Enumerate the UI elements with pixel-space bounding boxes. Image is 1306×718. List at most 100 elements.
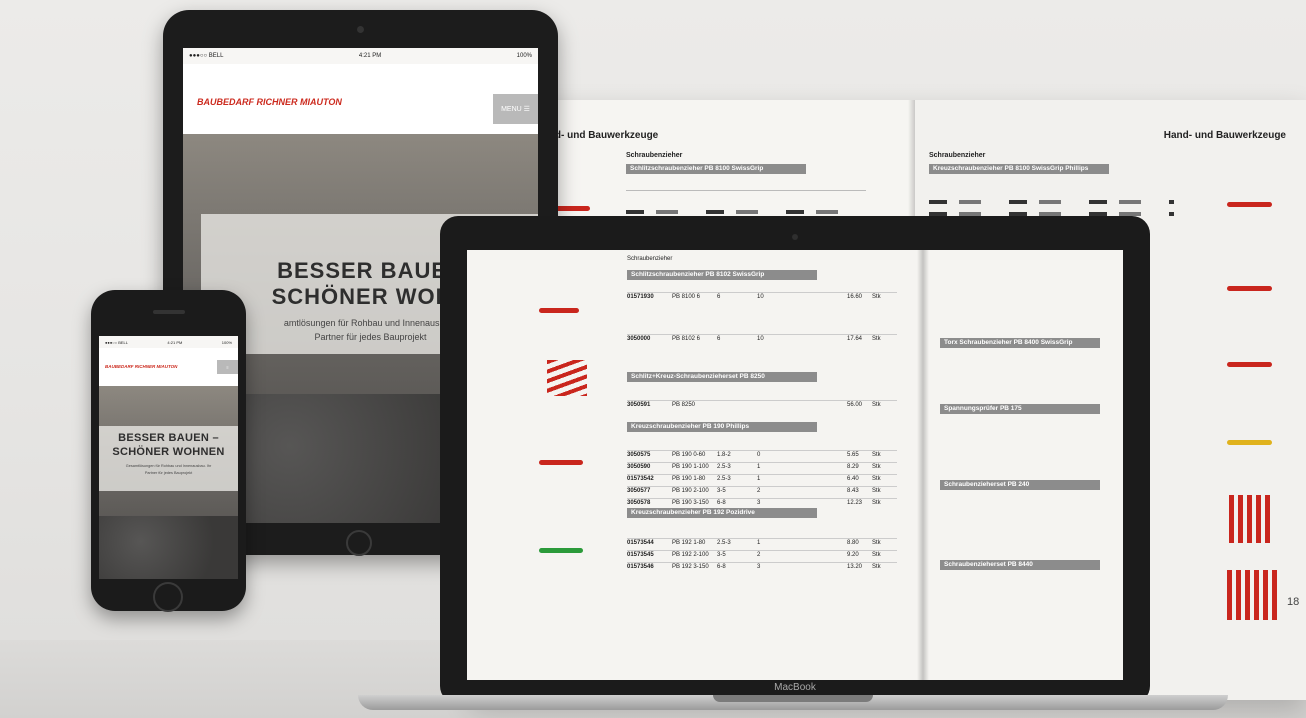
table-cell: 6.40 (847, 476, 859, 482)
site-logo[interactable]: BAUBEDARF RICHNER MIAUTON (197, 97, 342, 107)
table-cell: PB 8102 6 (672, 336, 701, 342)
table-cell: 16.60 (847, 294, 863, 300)
hero-subtitle-line1: Gesamtlösungen für Rohbau und Innenausba… (125, 464, 212, 468)
phone-screen: ●●●○○ BELL 4:21 PM 100% BAUBEDARF RICHNE… (99, 336, 238, 579)
mockup-scene: Hand- und Bauwerkzeuge Schraubenzieher S… (0, 0, 1306, 718)
screwdriver-image (1227, 202, 1272, 207)
table-cell: Stk (872, 564, 881, 570)
hero-title-line1: BESSER BAUEN – (118, 432, 219, 444)
table-cell: 10 (757, 336, 764, 342)
screwdriver-set-image (547, 360, 587, 396)
catalog-right-title: Hand- und Bauwerkzeuge (1163, 130, 1286, 141)
hero-subtitle-line2: Partner für jedes Bauprojekt (144, 471, 193, 475)
table-cell: PB 190 1-100 (672, 464, 709, 470)
table-cell: 01573544 (627, 540, 654, 546)
table-cell: Stk (872, 452, 881, 458)
table-cell: Stk (872, 402, 881, 408)
table-cell: PB 192 3-150 (672, 564, 709, 570)
phone-hero: BESSER BAUEN – SCHÖNER WOHNEN Gesamtlösu… (99, 386, 238, 579)
catalog-left-section: Schraubenzieher (626, 152, 683, 159)
phone-speaker (153, 310, 185, 314)
laptop-device: Schlitzschraubenzieher PB 8102 SwissGrip… (440, 216, 1150, 704)
table-cell: 9.20 (847, 552, 859, 558)
table-cell: 56.00 (847, 402, 863, 408)
table-row: 3050591 PB 8250 56.00 Stk (627, 400, 897, 410)
screwdriver-image (1227, 286, 1272, 291)
table-cell: Stk (872, 464, 881, 470)
table-cell: PB 190 3-150 (672, 500, 709, 506)
catalog-bar: Kreuzschraubenzieher PB 8100 SwissGrip P… (929, 164, 1109, 174)
table-cell: 1.8-2 (717, 452, 731, 458)
catalog-right-section: Schraubenzieher (929, 152, 986, 159)
tablet-camera (357, 26, 364, 33)
table-cell: 8.80 (847, 540, 859, 546)
table-cell: 3-5 (717, 488, 726, 494)
table-cell: 3050575 (627, 452, 651, 458)
phone-status-bar: ●●●○○ BELL 4:21 PM 100% (99, 336, 238, 348)
tablet-status-bar: ●●●○○ BELL 4:21 PM 100% (183, 48, 538, 64)
catalog-bar: Schlitzschraubenzieher PB 8102 SwissGrip (627, 270, 817, 280)
table-cell: 01573546 (627, 564, 654, 570)
table-cell: 01573542 (627, 476, 654, 482)
screwdriver-image (539, 548, 583, 553)
table-cell: 3 (757, 500, 761, 506)
table-cell: 1 (757, 476, 761, 482)
table-cell: 12.23 (847, 500, 863, 506)
table-cell: 5.65 (847, 452, 859, 458)
laptop-brand-label: MacBook (774, 682, 816, 693)
screwdriver-set-image (1229, 495, 1273, 543)
menu-button[interactable]: MENU ☰ (493, 94, 538, 124)
phone-device: ●●●○○ BELL 4:21 PM 100% BAUBEDARF RICHNE… (91, 290, 246, 612)
table-cell: Stk (872, 476, 881, 482)
catalog-bar: Spannungsprüfer PB 175 (940, 404, 1100, 414)
table-cell: 2 (757, 488, 761, 494)
catalog-bar: Schlitzschraubenzieher PB 8100 SwissGrip (626, 164, 806, 174)
stone-texture (99, 516, 238, 579)
table-cell: 6-8 (717, 500, 726, 506)
table-row: 01573544 PB 192 1-80 2.5-3 1 8.80 Stk (627, 538, 897, 548)
table-cell: Stk (872, 540, 881, 546)
site-logo[interactable]: BAUBEDARF RICHNER MIAUTON (105, 364, 177, 369)
screwdriver-image (539, 308, 579, 313)
table-cell: PB 192 2-100 (672, 552, 709, 558)
table-cell: PB 190 1-80 (672, 476, 706, 482)
laptop-camera (792, 234, 798, 240)
phone-home-button[interactable] (153, 582, 183, 612)
table-cell: PB 8100 6 (672, 294, 701, 300)
table-cell: Stk (872, 552, 881, 558)
table-row: 01571930 PB 8100 6 6 10 16.60 Stk (627, 292, 897, 302)
table-cell: PB 190 0-60 (672, 452, 706, 458)
table-cell: 6-8 (717, 564, 726, 570)
table-cell: 3050591 (627, 402, 651, 408)
table-cell: 2.5-3 (717, 476, 731, 482)
hero-title-line2: SCHÖNER WOHNEN (112, 446, 225, 458)
status-time: 4:21 PM (167, 339, 183, 345)
table-row: 3050577 PB 190 2-100 3-5 2 8.43 Stk (627, 486, 897, 496)
table-cell: 3050578 (627, 500, 651, 506)
screwdriver-image (539, 460, 583, 465)
battery-level: 100% (516, 53, 532, 59)
table-cell: 01573545 (627, 552, 654, 558)
table-cell: 1 (757, 464, 761, 470)
tablet-home-button[interactable] (346, 530, 372, 556)
table-row: 3050575 PB 190 0-60 1.8-2 0 5.65 Stk (627, 450, 897, 460)
table-row: 3050000 PB 8102 6 6 10 17.64 Stk (627, 334, 897, 344)
table-cell: 3050590 (627, 464, 651, 470)
battery-level: 100% (221, 339, 232, 345)
table-cell: 2.5-3 (717, 540, 731, 546)
laptop-section-label: Schraubenzieher (627, 256, 673, 262)
voltage-tester-image (1227, 440, 1272, 445)
status-time: 4:21 PM (358, 53, 382, 59)
table-cell: 01571930 (627, 294, 654, 300)
table-row: 01573545 PB 192 2-100 3-5 2 9.20 Stk (627, 550, 897, 560)
catalog-bar: Kreuzschraubenzieher PB 192 Pozidrive (627, 508, 817, 518)
screwdriver-image (1227, 362, 1272, 367)
tablet-site-header: BAUBEDARF RICHNER MIAUTON MENU ☰ (183, 64, 538, 134)
menu-button[interactable]: ≡ (217, 360, 238, 374)
table-cell: Stk (872, 500, 881, 506)
screwdriver-set-image (1227, 570, 1277, 620)
table-row: 01573546 PB 192 3-150 6-8 3 13.20 Stk (627, 562, 897, 572)
table-cell: 3 (757, 564, 761, 570)
table-cell: 10 (757, 294, 764, 300)
table-cell: 3050577 (627, 488, 651, 494)
